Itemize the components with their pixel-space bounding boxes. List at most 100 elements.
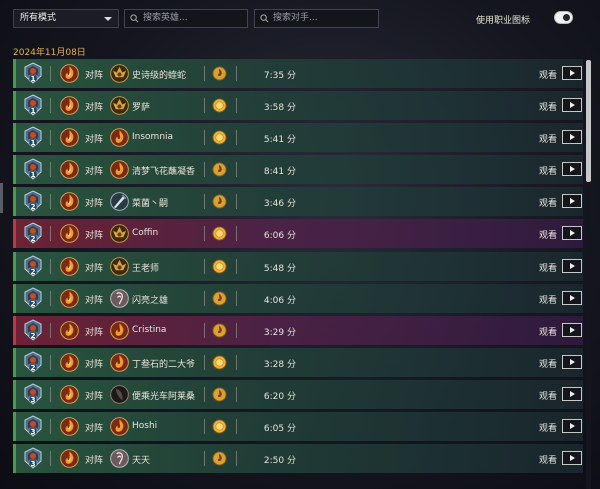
scrollbar-thumb[interactable] bbox=[586, 60, 591, 182]
watch-label[interactable]: 观看 bbox=[539, 164, 557, 177]
divider bbox=[50, 130, 51, 146]
watch-label[interactable]: 观看 bbox=[539, 421, 557, 434]
play-replay-button[interactable] bbox=[562, 98, 582, 113]
player-class-icon bbox=[60, 128, 79, 147]
rogue-icon bbox=[110, 385, 129, 404]
divider bbox=[50, 290, 51, 306]
play-replay-button[interactable] bbox=[562, 130, 582, 145]
divider bbox=[236, 226, 237, 242]
play-replay-button[interactable] bbox=[562, 258, 582, 273]
mage-icon bbox=[110, 353, 129, 372]
rank-number: 2 bbox=[30, 267, 36, 276]
coin-second-icon bbox=[212, 323, 227, 338]
warlock-icon bbox=[110, 64, 129, 83]
play-replay-button[interactable] bbox=[562, 322, 582, 337]
player-class-icon bbox=[60, 64, 79, 83]
rank-number: 2 bbox=[30, 331, 36, 340]
play-replay-button[interactable] bbox=[562, 290, 582, 305]
priest-icon bbox=[110, 288, 129, 308]
filter-bar: 所有模式 搜索英雄... 搜索对手... 使用职业图标 bbox=[0, 0, 600, 34]
divider bbox=[50, 66, 51, 81]
opponent-name: Coffin bbox=[132, 228, 159, 239]
opponent-name: 王老师 bbox=[132, 263, 160, 274]
player-class-icon bbox=[60, 160, 79, 180]
divider bbox=[50, 194, 51, 210]
watch-label[interactable]: 观看 bbox=[539, 325, 557, 338]
divider bbox=[204, 258, 205, 274]
game-duration: 3:46 分 bbox=[263, 199, 296, 210]
rank-badge-icon: 2 bbox=[23, 190, 43, 213]
watch-label[interactable]: 观看 bbox=[539, 357, 557, 370]
opponent-name: 菜菌丶嗣 bbox=[132, 199, 169, 210]
coin-second-icon bbox=[212, 451, 227, 466]
opponent-name: Hoshi bbox=[132, 421, 158, 432]
coin-first-icon bbox=[212, 355, 227, 370]
divider bbox=[50, 419, 51, 435]
rank-number: 3 bbox=[30, 395, 36, 404]
warlock-icon bbox=[110, 256, 129, 276]
play-replay-button[interactable] bbox=[562, 419, 582, 434]
versus-label: 对阵 bbox=[85, 167, 104, 178]
play-replay-button[interactable] bbox=[562, 354, 582, 369]
mode-select-value: 所有模式 bbox=[20, 13, 57, 23]
opponent-name: Insomnia bbox=[132, 132, 174, 143]
toggle-knob bbox=[563, 14, 570, 21]
play-replay-button[interactable] bbox=[562, 226, 582, 241]
versus-label: 对阵 bbox=[85, 199, 104, 210]
search-icon bbox=[130, 14, 139, 23]
divider bbox=[50, 258, 51, 274]
play-replay-button[interactable] bbox=[562, 66, 582, 80]
opponent-name: 便乘光车阿莱桑 bbox=[132, 391, 196, 402]
game-duration: 5:41 分 bbox=[263, 135, 296, 146]
watch-label[interactable]: 观看 bbox=[539, 68, 557, 81]
rank-badge-icon: 3 bbox=[23, 447, 43, 469]
game-row: 1 对阵 Insomnia 5:41 分 观看 bbox=[13, 123, 583, 153]
watch-label[interactable]: 观看 bbox=[539, 389, 557, 402]
divider bbox=[236, 258, 237, 274]
watch-label[interactable]: 观看 bbox=[539, 293, 557, 306]
rank-badge-icon: 1 bbox=[23, 126, 43, 148]
watch-label[interactable]: 观看 bbox=[539, 196, 557, 209]
divider bbox=[236, 290, 237, 306]
watch-label[interactable]: 观看 bbox=[539, 453, 557, 466]
mode-select[interactable]: 所有模式 bbox=[13, 9, 119, 28]
game-row: 3 对阵 Hoshi 6:05 分 观看 bbox=[13, 412, 583, 442]
game-row: 1 对阵 清梦飞花蘸凝香 8:41 分 观看 bbox=[13, 155, 583, 185]
versus-label: 对阵 bbox=[85, 135, 104, 146]
game-row: 1 对阵 史诗级的蝰蛇 7:35 分 观看 bbox=[13, 59, 583, 88]
class-icon-toggle[interactable] bbox=[554, 11, 573, 24]
opponent-name: 史诗级的蝰蛇 bbox=[132, 71, 187, 81]
divider bbox=[204, 386, 205, 402]
coin-first-icon bbox=[212, 419, 227, 434]
versus-label: 对阵 bbox=[85, 456, 104, 467]
play-replay-button[interactable] bbox=[562, 451, 582, 466]
game-row: 2 对阵 闪亮之雄 4:06 分 观看 bbox=[13, 283, 583, 313]
hero-search-input[interactable]: 搜索英雄... bbox=[124, 9, 248, 28]
play-replay-button[interactable] bbox=[562, 194, 582, 209]
hero-search-placeholder: 搜索英雄... bbox=[143, 13, 188, 23]
coin-second-icon bbox=[212, 194, 227, 209]
mage-icon bbox=[110, 128, 129, 147]
player-class-icon bbox=[60, 192, 79, 212]
coin-first-icon bbox=[212, 226, 227, 241]
play-replay-button[interactable] bbox=[562, 162, 582, 177]
opponent-search-input[interactable]: 搜索对手... bbox=[254, 9, 379, 28]
play-replay-button[interactable] bbox=[562, 386, 582, 401]
game-duration: 3:28 分 bbox=[263, 359, 296, 370]
watch-label[interactable]: 观看 bbox=[539, 228, 557, 241]
game-row: 3 对阵 天天 2:50 分 观看 bbox=[13, 444, 583, 474]
watch-label[interactable]: 观看 bbox=[539, 100, 557, 113]
divider bbox=[204, 322, 205, 338]
rank-number: 1 bbox=[30, 171, 36, 180]
search-icon bbox=[260, 14, 269, 23]
coin-second-icon bbox=[212, 162, 227, 177]
watch-label[interactable]: 观看 bbox=[539, 261, 557, 274]
rank-number: 2 bbox=[30, 363, 36, 372]
game-duration: 6:05 分 bbox=[263, 424, 296, 435]
watch-label[interactable]: 观看 bbox=[539, 132, 557, 145]
warlock-icon bbox=[110, 224, 129, 244]
chevron-down-icon bbox=[104, 17, 112, 21]
divider bbox=[50, 226, 51, 242]
game-row: 2 对阵 Coffin 6:06 分 观看 bbox=[13, 219, 583, 249]
divider bbox=[204, 451, 205, 467]
